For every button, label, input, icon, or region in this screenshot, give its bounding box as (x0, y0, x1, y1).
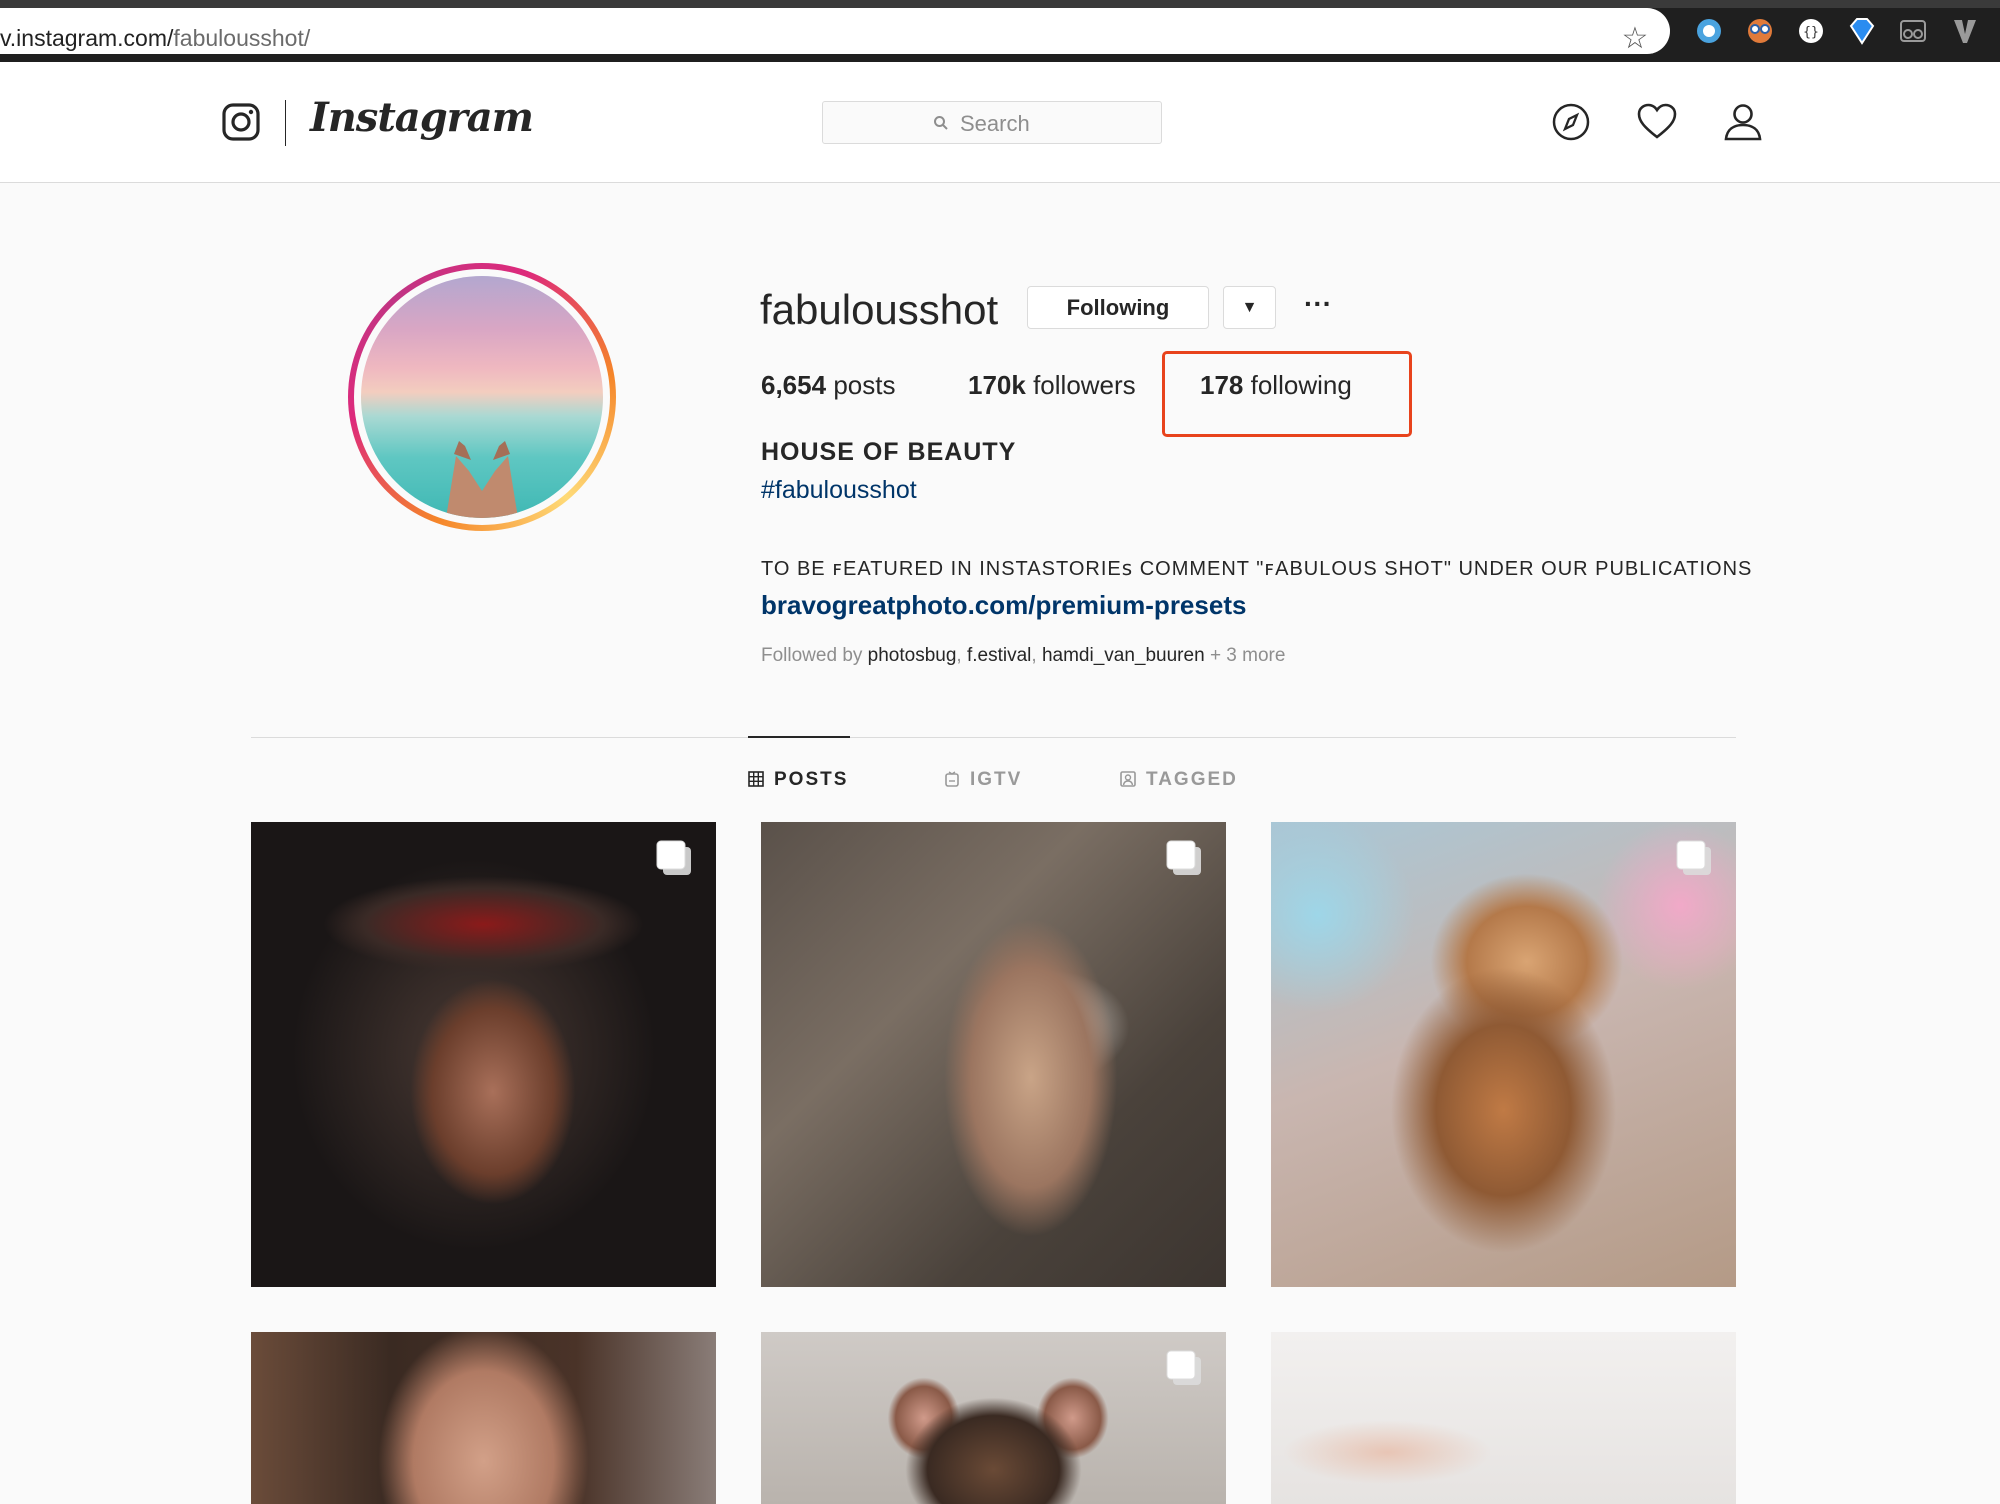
followers-count: 170k (968, 370, 1026, 400)
instagram-wordmark[interactable]: Instagram (310, 94, 534, 141)
avatar[interactable] (361, 276, 603, 518)
url-path: fabulousshot/ (173, 25, 311, 51)
tab-posts-label: POSTS (774, 769, 849, 790)
post-thumbnail[interactable] (251, 822, 716, 1287)
avatar-hands-illustration (446, 441, 518, 518)
carousel-icon (656, 840, 691, 875)
posts-stat: 6,654 posts (761, 370, 895, 401)
url-host: v.instagram.com/ (0, 25, 174, 51)
svg-text:{}: {} (1803, 25, 1819, 40)
extension-diamond-icon[interactable] (1845, 14, 1879, 48)
igtv-icon (945, 771, 959, 787)
logo-divider (285, 100, 286, 146)
browser-tab-strip (0, 0, 2000, 8)
explore-compass-icon[interactable] (1550, 101, 1592, 143)
following-highlight-annotation (1162, 351, 1412, 437)
caret-down-icon: ▼ (1241, 299, 1258, 316)
activity-heart-icon[interactable] (1636, 101, 1678, 143)
post-thumbnail[interactable] (251, 1332, 716, 1504)
posts-count: 6,654 (761, 370, 827, 400)
carousel-icon (1166, 840, 1201, 875)
profile-username: fabulousshot (760, 286, 999, 333)
suggestions-dropdown-button[interactable]: ▼ (1223, 286, 1276, 329)
post-thumbnail[interactable] (761, 822, 1226, 1287)
followed-by-user-link[interactable]: photosbug (868, 645, 957, 666)
post-thumbnail[interactable] (761, 1332, 1226, 1504)
post-thumbnail[interactable] (1271, 1332, 1736, 1504)
tabs-divider (251, 737, 1736, 738)
extension-face-icon[interactable] (1743, 14, 1777, 48)
followed-by-user-link[interactable]: hamdi_van_buuren (1042, 645, 1205, 666)
tab-tagged[interactable]: TAGGED (1120, 769, 1238, 791)
carousel-icon (1166, 1350, 1201, 1385)
search-icon (934, 116, 948, 130)
extension-circle-icon[interactable] (1692, 14, 1726, 48)
profile-bio: TO BE ꜰEATURED IN INSTASTORIEꜱ COMMENT "… (761, 558, 1753, 580)
followed-by-prefix: Followed by (761, 645, 863, 666)
following-button[interactable]: Following (1027, 286, 1209, 329)
tagged-person-icon (1120, 771, 1136, 787)
tab-igtv[interactable]: IGTV (944, 769, 1022, 791)
post-thumbnail[interactable] (1271, 822, 1736, 1287)
address-bar[interactable]: v.instagram.com/fabulousshot/ ☆ (0, 8, 1670, 56)
profile-website-link[interactable]: bravogreatphoto.com/premium-presets (761, 590, 1246, 621)
search-input[interactable]: Search (822, 101, 1162, 144)
more-options-icon[interactable]: ··· (1300, 286, 1336, 329)
posts-label: posts (833, 370, 896, 400)
followed-by-text: Followed by photosbug, f.estival, hamdi_… (761, 645, 1286, 666)
profile-person-icon[interactable] (1722, 101, 1764, 143)
url-text[interactable]: v.instagram.com/fabulousshot/ (0, 25, 310, 52)
followed-by-more-link[interactable]: + 3 more (1210, 645, 1286, 666)
search-placeholder: Search (960, 111, 1030, 136)
grid-icon (748, 771, 764, 787)
followed-by-user-link[interactable]: f.estival (967, 645, 1031, 666)
extension-glasses-icon[interactable] (1896, 14, 1930, 48)
extension-code-icon[interactable]: {} (1794, 14, 1828, 48)
extension-v-icon[interactable] (1948, 14, 1982, 48)
profile-hashtag-link[interactable]: #fabulousshot (761, 476, 917, 505)
tab-igtv-label: IGTV (970, 769, 1023, 790)
tab-posts[interactable]: POSTS (748, 769, 848, 791)
followers-stat[interactable]: 170k followers (968, 370, 1136, 401)
instagram-camera-icon[interactable] (222, 103, 260, 141)
tab-tagged-label: TAGGED (1146, 769, 1238, 790)
profile-display-name: HOUSE OF BEAUTY (761, 438, 1017, 466)
followers-label: followers (1033, 370, 1136, 400)
carousel-icon (1676, 840, 1711, 875)
bookmark-star-icon[interactable]: ☆ (1618, 22, 1652, 56)
active-tab-indicator (748, 736, 850, 738)
